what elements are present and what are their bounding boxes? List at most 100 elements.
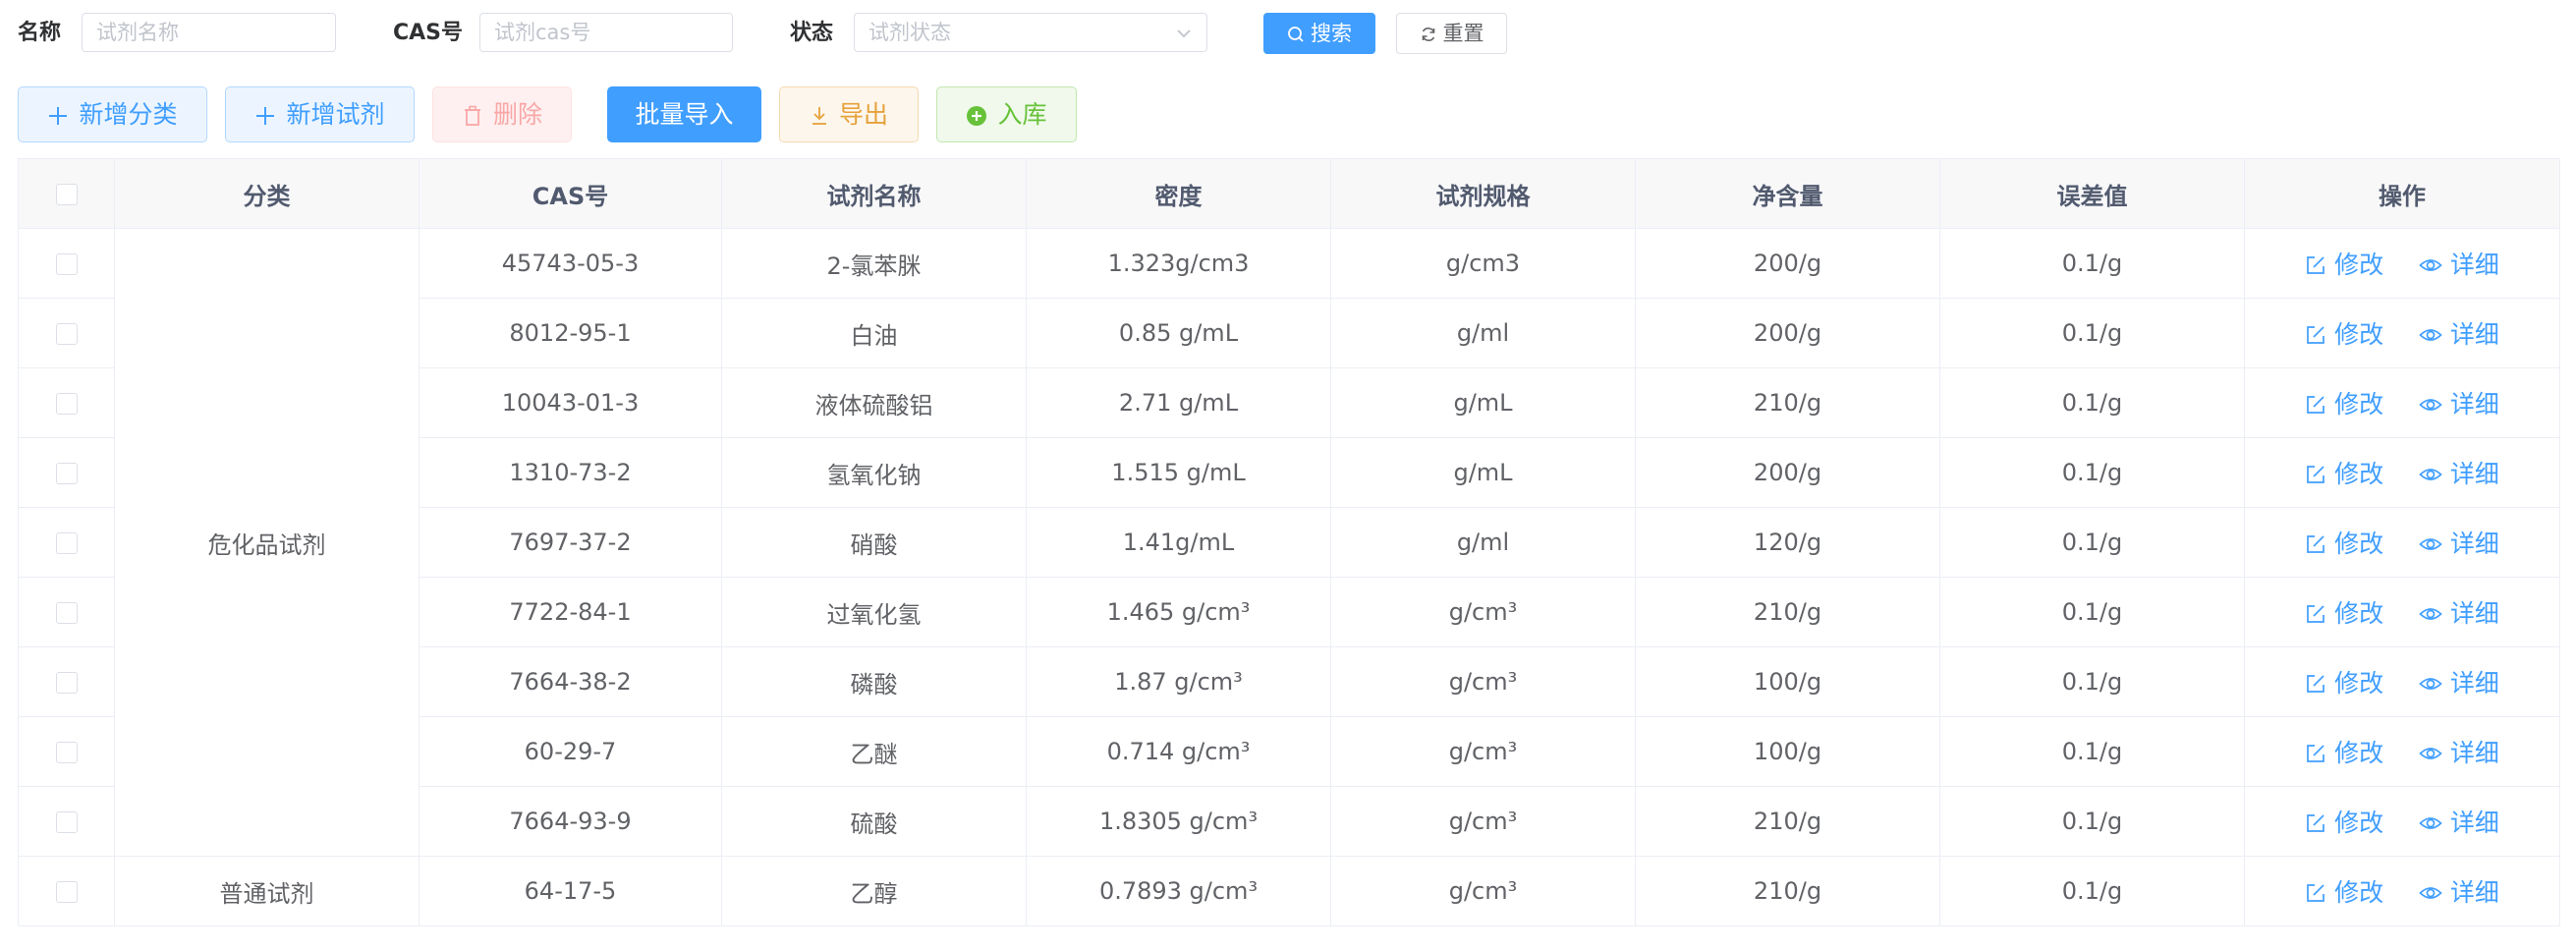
add-category-button[interactable]: 新增分类 xyxy=(18,86,207,142)
header-cas: CAS号 xyxy=(419,158,722,229)
row-select-cell xyxy=(18,786,115,857)
error-cell: 0.1/g xyxy=(1939,367,2245,438)
header-net: 净含量 xyxy=(1635,158,1940,229)
edit-button[interactable]: 修改 xyxy=(2305,385,2383,420)
name-cell: 硫酸 xyxy=(721,786,1027,857)
detail-button[interactable]: 详细 xyxy=(2419,873,2499,909)
error-cell: 0.1/g xyxy=(1939,298,2245,368)
edit-label: 修改 xyxy=(2334,320,2384,349)
edit-button[interactable]: 修改 xyxy=(2305,873,2383,909)
edit-button[interactable]: 修改 xyxy=(2305,804,2383,839)
row-checkbox[interactable] xyxy=(55,253,78,275)
row-select-cell xyxy=(18,437,115,508)
error-cell: 0.1/g xyxy=(1939,646,2245,717)
density-cell: 2.71 g/mL xyxy=(1026,367,1331,438)
name-cell: 液体硫酸铝 xyxy=(721,367,1027,438)
detail-button[interactable]: 详细 xyxy=(2419,664,2499,699)
edit-button[interactable]: 修改 xyxy=(2305,734,2383,769)
row-checkbox[interactable] xyxy=(55,881,78,903)
select-all-checkbox[interactable] xyxy=(55,184,78,205)
refresh-icon xyxy=(1422,28,1434,41)
row-checkbox[interactable] xyxy=(55,742,78,763)
name-cell: 氢氧化钠 xyxy=(721,437,1027,508)
edit-icon xyxy=(2307,396,2325,414)
spec-cell: g/cm³ xyxy=(1330,716,1636,787)
detail-label: 详细 xyxy=(2449,460,2499,488)
header-density: 密度 xyxy=(1026,158,1331,229)
status-select[interactable]: 试剂状态 xyxy=(854,13,1207,52)
row-checkbox[interactable] xyxy=(55,602,78,624)
search-button-label: 搜索 xyxy=(1311,22,1352,45)
density-cell: 1.41g/mL xyxy=(1026,507,1331,578)
eye-icon xyxy=(2419,469,2442,480)
edit-label: 修改 xyxy=(2334,739,2384,767)
error-cell: 0.1/g xyxy=(1939,507,2245,578)
edit-label: 修改 xyxy=(2334,669,2384,698)
eye-icon xyxy=(2419,887,2442,899)
add-reagent-button[interactable]: 新增试剂 xyxy=(225,86,415,142)
reagent-table: 分类 CAS号 试剂名称 密度 试剂规格 净含量 误差值 操作 危化品试剂 45… xyxy=(18,158,2560,926)
spec-cell: g/cm³ xyxy=(1330,856,1636,926)
row-checkbox[interactable] xyxy=(55,532,78,554)
detail-button[interactable]: 详细 xyxy=(2419,594,2499,630)
detail-button[interactable]: 详细 xyxy=(2419,525,2499,560)
density-cell: 0.7893 g/cm³ xyxy=(1026,856,1331,926)
detail-button[interactable]: 详细 xyxy=(2419,455,2499,490)
detail-label: 详细 xyxy=(2449,599,2499,628)
spec-cell: g/cm3 xyxy=(1330,228,1636,299)
eye-icon xyxy=(2419,748,2442,759)
density-cell: 1.87 g/cm³ xyxy=(1026,646,1331,717)
detail-button[interactable]: 详细 xyxy=(2419,385,2499,420)
plus-icon xyxy=(256,107,275,125)
stock-in-button[interactable]: 入库 xyxy=(936,86,1077,142)
row-checkbox[interactable] xyxy=(55,393,78,415)
header-actions: 操作 xyxy=(2244,158,2560,229)
batch-import-button[interactable]: 批量导入 xyxy=(607,86,761,142)
edit-icon xyxy=(2307,466,2325,483)
header-error: 误差值 xyxy=(1939,158,2245,229)
category-cell: 危化品试剂 xyxy=(114,228,420,857)
row-checkbox[interactable] xyxy=(55,463,78,484)
name-input[interactable] xyxy=(82,13,336,52)
header-category: 分类 xyxy=(114,158,420,229)
trash-icon xyxy=(464,105,480,126)
edit-button[interactable]: 修改 xyxy=(2305,315,2383,351)
row-checkbox[interactable] xyxy=(55,323,78,345)
edit-button[interactable]: 修改 xyxy=(2305,664,2383,699)
edit-button[interactable]: 修改 xyxy=(2305,246,2383,281)
edit-button[interactable]: 修改 xyxy=(2305,455,2383,490)
detail-label: 详细 xyxy=(2449,251,2499,279)
cas-input[interactable] xyxy=(479,13,733,52)
edit-label: 修改 xyxy=(2334,809,2384,837)
select-all-cell xyxy=(18,158,115,229)
actions-cell: 修改 详细 xyxy=(2244,856,2560,926)
table-row: 普通试剂 64-17-5 乙醇 0.7893 g/cm³ g/cm³ 210/g… xyxy=(18,856,2560,926)
row-select-cell xyxy=(18,507,115,578)
edit-label: 修改 xyxy=(2334,599,2384,628)
export-button[interactable]: 导出 xyxy=(779,86,919,142)
plus-circle-icon xyxy=(967,106,987,126)
actions-cell: 修改 详细 xyxy=(2244,437,2560,508)
edit-button[interactable]: 修改 xyxy=(2305,525,2383,560)
row-checkbox[interactable] xyxy=(55,672,78,694)
detail-label: 详细 xyxy=(2449,390,2499,419)
batch-import-label: 批量导入 xyxy=(635,100,734,129)
detail-button[interactable]: 详细 xyxy=(2419,315,2499,351)
search-button[interactable]: 搜索 xyxy=(1263,13,1375,54)
reset-button[interactable]: 重置 xyxy=(1396,13,1507,54)
actions-cell: 修改 详细 xyxy=(2244,577,2560,647)
detail-button[interactable]: 详细 xyxy=(2419,734,2499,769)
cas-label: CAS号 xyxy=(393,21,464,45)
actions-cell: 修改 详细 xyxy=(2244,716,2560,787)
delete-button[interactable]: 删除 xyxy=(432,86,572,142)
detail-button[interactable]: 详细 xyxy=(2419,246,2499,281)
error-cell: 0.1/g xyxy=(1939,228,2245,299)
spec-cell: g/mL xyxy=(1330,367,1636,438)
category-cell: 普通试剂 xyxy=(114,856,420,926)
net-cell: 210/g xyxy=(1635,367,1940,438)
detail-button[interactable]: 详细 xyxy=(2419,804,2499,839)
row-checkbox[interactable] xyxy=(55,811,78,833)
export-label: 导出 xyxy=(838,100,888,129)
cas-cell: 45743-05-3 xyxy=(419,228,722,299)
edit-button[interactable]: 修改 xyxy=(2305,594,2383,630)
